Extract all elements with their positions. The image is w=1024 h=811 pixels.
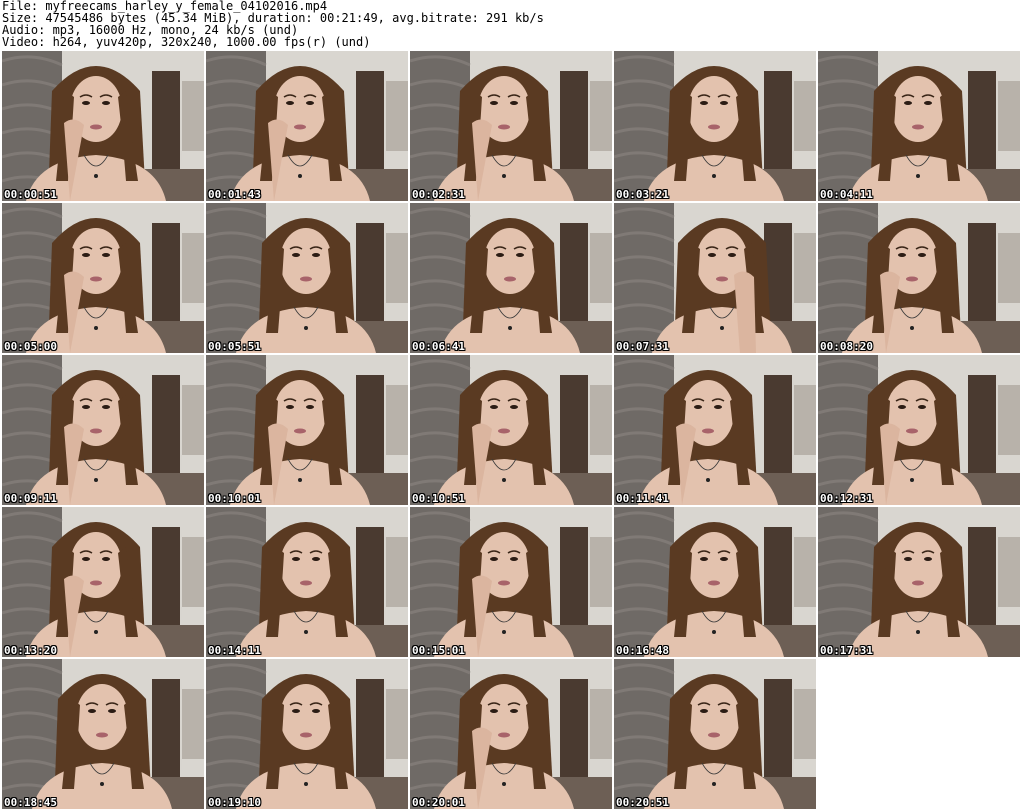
video-frame-image bbox=[206, 355, 408, 505]
video-thumbnail: 00:18:45 bbox=[2, 659, 204, 809]
video-thumbnail: 00:12:31 bbox=[818, 355, 1020, 505]
thumbnail-timestamp: 00:17:31 bbox=[820, 644, 873, 657]
thumbnail-timestamp: 00:00:51 bbox=[4, 188, 57, 201]
thumbnail-timestamp: 00:11:41 bbox=[616, 492, 669, 505]
thumbnail-timestamp: 00:12:31 bbox=[820, 492, 873, 505]
thumbnail-timestamp: 00:04:11 bbox=[820, 188, 873, 201]
video-frame-image bbox=[206, 203, 408, 353]
video-thumbnail: 00:20:01 bbox=[410, 659, 612, 809]
thumbnail-timestamp: 00:19:10 bbox=[208, 796, 261, 809]
video-frame-image bbox=[410, 355, 612, 505]
thumbnail-timestamp: 00:05:00 bbox=[4, 340, 57, 353]
thumbnail-timestamp: 00:16:48 bbox=[616, 644, 669, 657]
file-info-header: File: myfreecams_harley_y_female_0410201… bbox=[2, 0, 1020, 50]
video-thumbnail: 00:15:01 bbox=[410, 507, 612, 657]
video-info-line: Video: h264, yuv420p, 320x240, 1000.00 f… bbox=[2, 35, 371, 49]
video-frame-image bbox=[206, 659, 408, 809]
video-frame-image bbox=[410, 659, 612, 809]
video-frame-image bbox=[2, 507, 204, 657]
video-thumbnail: 00:04:11 bbox=[818, 51, 1020, 201]
video-thumbnail: 00:14:11 bbox=[206, 507, 408, 657]
video-thumbnail: 00:17:31 bbox=[818, 507, 1020, 657]
thumbnail-timestamp: 00:18:45 bbox=[4, 796, 57, 809]
video-frame-image bbox=[818, 507, 1020, 657]
video-thumbnail: 00:20:51 bbox=[614, 659, 816, 809]
video-thumbnail: 00:16:48 bbox=[614, 507, 816, 657]
video-thumbnail: 00:10:01 bbox=[206, 355, 408, 505]
video-thumbnail: 00:10:51 bbox=[410, 355, 612, 505]
video-frame-image bbox=[206, 507, 408, 657]
thumbnail-timestamp: 00:10:01 bbox=[208, 492, 261, 505]
video-frame-image bbox=[410, 203, 612, 353]
video-frame-image bbox=[614, 51, 816, 201]
thumbnail-timestamp: 00:02:31 bbox=[412, 188, 465, 201]
video-thumbnail: 00:01:43 bbox=[206, 51, 408, 201]
thumbnail-timestamp: 00:05:51 bbox=[208, 340, 261, 353]
thumbnail-timestamp: 00:06:41 bbox=[412, 340, 465, 353]
thumbnail-grid: 00:00:51 00:01:43 00:02:31 00:03:21 00:04:11… bbox=[2, 51, 1022, 809]
thumbnail-timestamp: 00:07:31 bbox=[616, 340, 669, 353]
video-frame-image bbox=[818, 355, 1020, 505]
video-frame-image bbox=[614, 659, 816, 809]
thumbnail-timestamp: 00:03:21 bbox=[616, 188, 669, 201]
video-thumbnail: 00:05:00 bbox=[2, 203, 204, 353]
thumbnail-timestamp: 00:01:43 bbox=[208, 188, 261, 201]
video-thumbnail: 00:11:41 bbox=[614, 355, 816, 505]
video-frame-image bbox=[2, 355, 204, 505]
thumbnail-timestamp: 00:15:01 bbox=[412, 644, 465, 657]
video-frame-image bbox=[2, 659, 204, 809]
video-thumbnail: 00:07:31 bbox=[614, 203, 816, 353]
video-frame-image bbox=[818, 203, 1020, 353]
video-thumbnail: 00:02:31 bbox=[410, 51, 612, 201]
video-thumbnail: 00:00:51 bbox=[2, 51, 204, 201]
video-frame-image bbox=[614, 203, 816, 353]
video-frame-image bbox=[410, 51, 612, 201]
video-frame-image bbox=[2, 203, 204, 353]
video-frame-image bbox=[206, 51, 408, 201]
video-thumbnail: 00:19:10 bbox=[206, 659, 408, 809]
video-frame-image bbox=[410, 507, 612, 657]
thumbnail-timestamp: 00:08:20 bbox=[820, 340, 873, 353]
video-thumbnail: 00:08:20 bbox=[818, 203, 1020, 353]
video-thumbnail: 00:09:11 bbox=[2, 355, 204, 505]
video-thumbnail: 00:03:21 bbox=[614, 51, 816, 201]
video-frame-image bbox=[2, 51, 204, 201]
thumbnail-timestamp: 00:09:11 bbox=[4, 492, 57, 505]
video-frame-image bbox=[614, 507, 816, 657]
video-thumbnail: 00:13:20 bbox=[2, 507, 204, 657]
video-thumbnail: 00:05:51 bbox=[206, 203, 408, 353]
video-thumbnail: 00:06:41 bbox=[410, 203, 612, 353]
thumbnail-timestamp: 00:10:51 bbox=[412, 492, 465, 505]
thumbnail-timestamp: 00:14:11 bbox=[208, 644, 261, 657]
video-frame-image bbox=[614, 355, 816, 505]
thumbnail-timestamp: 00:20:51 bbox=[616, 796, 669, 809]
thumbnail-timestamp: 00:13:20 bbox=[4, 644, 57, 657]
video-frame-image bbox=[818, 51, 1020, 201]
thumbnail-timestamp: 00:20:01 bbox=[412, 796, 465, 809]
